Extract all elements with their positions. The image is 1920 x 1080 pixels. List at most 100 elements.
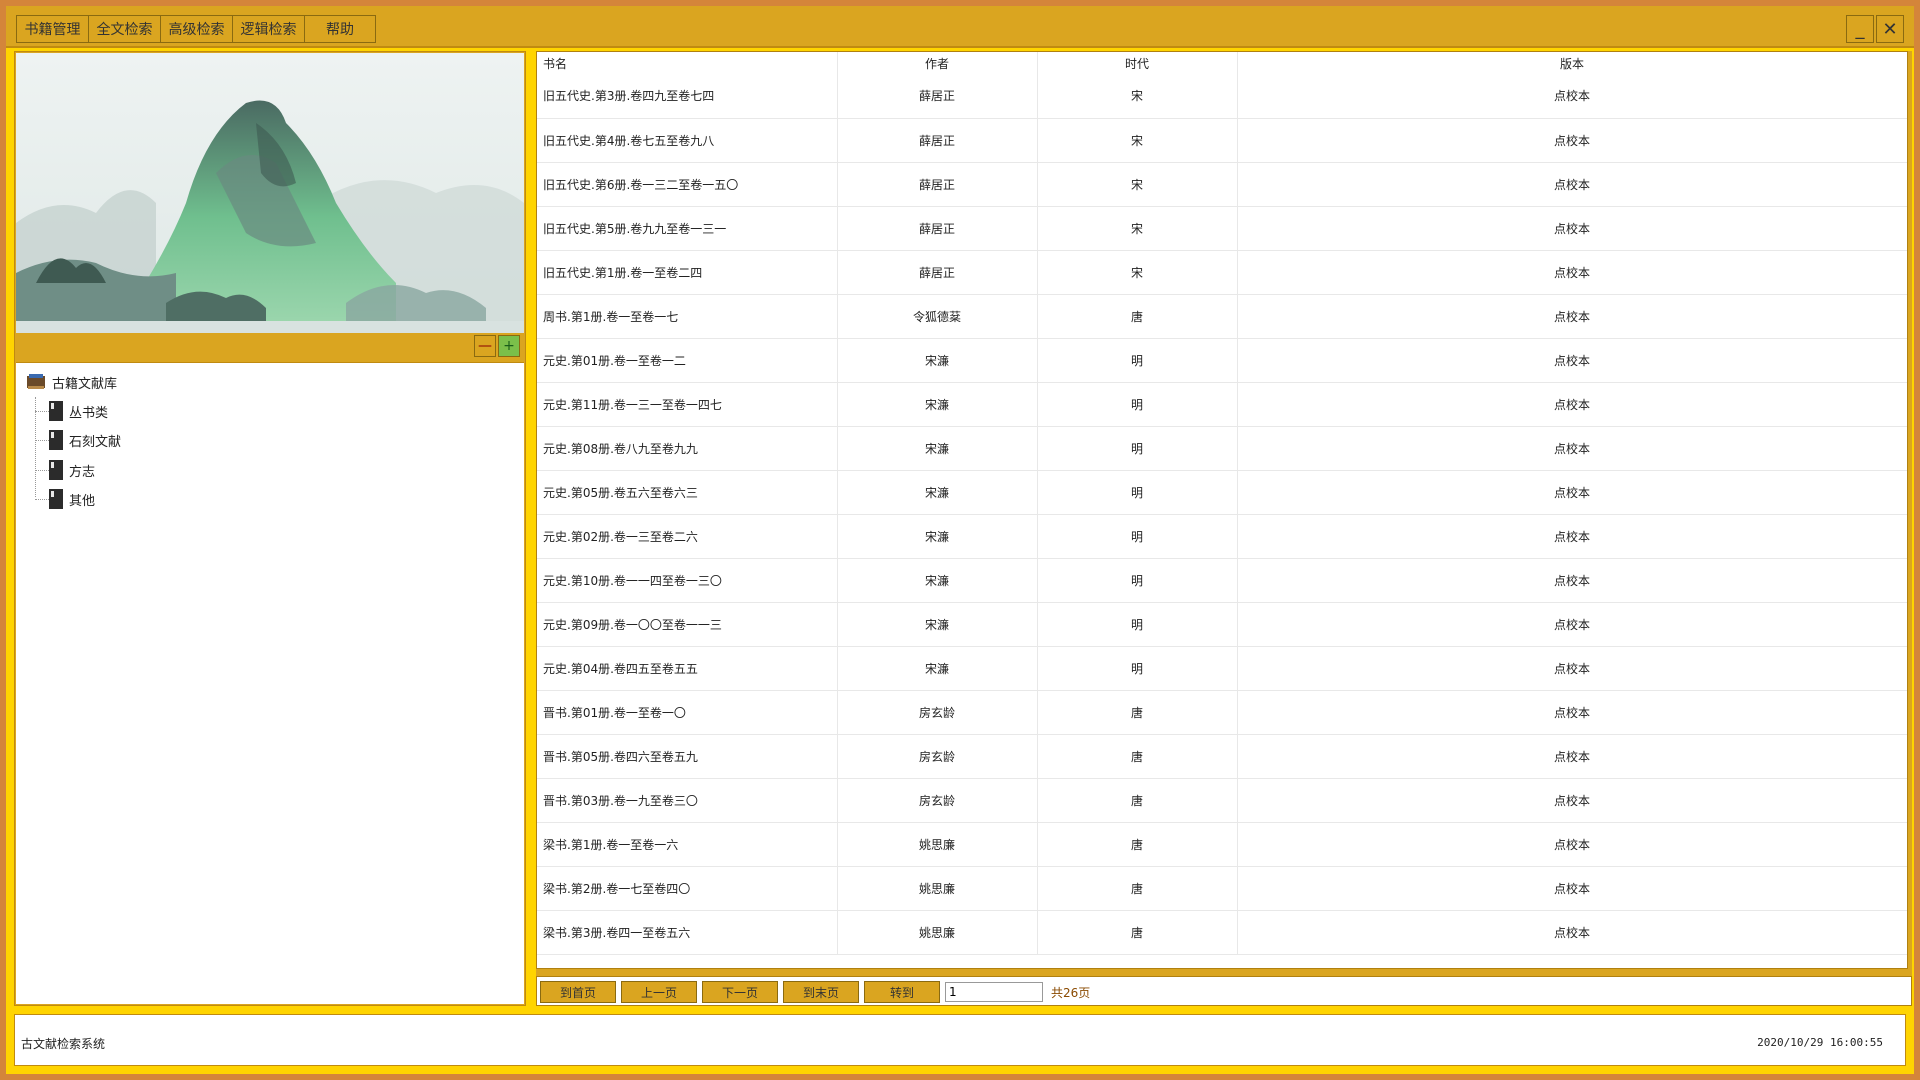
book-icon bbox=[49, 430, 63, 450]
menu-fulltext-search[interactable]: 全文检索 bbox=[88, 15, 160, 43]
tree-connector bbox=[35, 410, 49, 412]
cell-era: 明 bbox=[1037, 426, 1238, 471]
cell-era: 明 bbox=[1037, 382, 1238, 427]
cell-author: 薛居正 bbox=[837, 118, 1038, 163]
cell-edition: 点校本 bbox=[1237, 338, 1907, 383]
pagination-bar: 到首页 上一页 下一页 到末页 转到 共26页 bbox=[536, 976, 1912, 1006]
table-body: 旧五代史.第3册.卷四九至卷七四 薛居正宋点校本 旧五代史.第4册.卷七五至卷九八薛… bbox=[537, 74, 1907, 955]
menu-help[interactable]: 帮助 bbox=[304, 15, 376, 43]
cell-title: 元史.第02册.卷一三至卷二六 bbox=[537, 514, 838, 559]
tree-item-stone-inscriptions[interactable]: 石刻文献 bbox=[35, 426, 121, 454]
menu-book-management[interactable]: 书籍管理 bbox=[16, 15, 88, 43]
table-row[interactable]: 梁书.第2册.卷一七至卷四〇 姚思廉唐点校本 bbox=[537, 866, 1907, 911]
cell-edition: 点校本 bbox=[1237, 118, 1907, 163]
cell-title: 旧五代史.第5册.卷九九至卷一三一 bbox=[537, 206, 838, 251]
cell-author: 薛居正 bbox=[837, 250, 1038, 295]
tree-item-other[interactable]: 其他 bbox=[35, 485, 95, 513]
cell-title: 周书.第1册.卷一至卷一七 bbox=[537, 294, 838, 339]
menu-logic-search[interactable]: 逻辑检索 bbox=[232, 15, 304, 43]
tree-root-ancient-library[interactable]: 古籍文献库 bbox=[26, 369, 117, 395]
cell-edition: 点校本 bbox=[1237, 162, 1907, 207]
status-datetime: 2020/10/29 16:00:55 bbox=[1757, 1036, 1883, 1049]
table-row[interactable]: 旧五代史.第5册.卷九九至卷一三一 薛居正宋点校本 bbox=[537, 206, 1907, 251]
cell-author: 房玄龄 bbox=[837, 690, 1038, 735]
table-row[interactable]: 元史.第04册.卷四五至卷五五 宋濂明点校本 bbox=[537, 646, 1907, 691]
last-page-button[interactable]: 到末页 bbox=[783, 981, 859, 1003]
cell-edition: 点校本 bbox=[1237, 734, 1907, 779]
cell-author: 令狐德棻 bbox=[837, 294, 1038, 339]
cell-edition: 点校本 bbox=[1237, 426, 1907, 471]
column-header-author[interactable]: 作者 bbox=[837, 52, 1038, 74]
cell-edition: 点校本 bbox=[1237, 206, 1907, 251]
table-row[interactable]: 晋书.第01册.卷一至卷一〇 房玄龄唐点校本 bbox=[537, 690, 1907, 735]
tree-connector bbox=[35, 498, 49, 500]
menu-advanced-search[interactable]: 高级检索 bbox=[160, 15, 232, 43]
cell-edition: 点校本 bbox=[1237, 74, 1907, 119]
table-row[interactable]: 元史.第05册.卷五六至卷六三 宋濂明点校本 bbox=[537, 470, 1907, 515]
column-header-edition[interactable]: 版本 bbox=[1237, 52, 1907, 74]
column-header-title[interactable]: 书名 bbox=[537, 52, 838, 74]
cell-era: 唐 bbox=[1037, 690, 1238, 735]
cell-era: 宋 bbox=[1037, 162, 1238, 207]
table-row[interactable]: 旧五代史.第1册.卷一至卷二四 薛居正宋点校本 bbox=[537, 250, 1907, 295]
table-row[interactable]: 元史.第02册.卷一三至卷二六 宋濂明点校本 bbox=[537, 514, 1907, 559]
table-row[interactable]: 元史.第01册.卷一至卷一二 宋濂明点校本 bbox=[537, 338, 1907, 383]
cell-author: 姚思廉 bbox=[837, 822, 1038, 867]
table-row[interactable]: 元史.第08册.卷八九至卷九九 宋濂明点校本 bbox=[537, 426, 1907, 471]
cell-title: 元史.第10册.卷一一四至卷一三〇 bbox=[537, 558, 838, 603]
cell-title: 元史.第04册.卷四五至卷五五 bbox=[537, 646, 838, 691]
table-row[interactable]: 周书.第1册.卷一至卷一七 令狐德棻唐点校本 bbox=[537, 294, 1907, 339]
table-row[interactable]: 晋书.第03册.卷一九至卷三〇 房玄龄唐点校本 bbox=[537, 778, 1907, 823]
table-row[interactable]: 元史.第09册.卷一〇〇至卷一一三 宋濂明点校本 bbox=[537, 602, 1907, 647]
column-header-era[interactable]: 时代 bbox=[1037, 52, 1238, 74]
first-page-button[interactable]: 到首页 bbox=[540, 981, 616, 1003]
page-number-input[interactable] bbox=[945, 982, 1043, 1002]
table-row[interactable]: 梁书.第1册.卷一至卷一六 姚思廉唐点校本 bbox=[537, 822, 1907, 867]
tree-item-label: 丛书类 bbox=[69, 405, 109, 421]
close-button[interactable]: ✕ bbox=[1876, 15, 1904, 43]
left-panel: — + 古籍文献库 丛书类 石刻文献 方志 其他 bbox=[14, 51, 526, 1006]
app-window: 书籍管理 全文检索 高级检索 逻辑检索 帮助 _ ✕ — + 古籍文献库 丛书类… bbox=[6, 6, 1914, 1074]
zoom-out-button[interactable]: — bbox=[474, 335, 496, 357]
next-page-button[interactable]: 下一页 bbox=[702, 981, 778, 1003]
cell-title: 晋书.第01册.卷一至卷一〇 bbox=[537, 690, 838, 735]
cell-author: 宋濂 bbox=[837, 382, 1038, 427]
tree-connector bbox=[35, 469, 49, 471]
table-row[interactable]: 梁书.第3册.卷四一至卷五六 姚思廉唐点校本 bbox=[537, 910, 1907, 955]
cell-edition: 点校本 bbox=[1237, 690, 1907, 735]
cell-era: 明 bbox=[1037, 470, 1238, 515]
zoom-in-button[interactable]: + bbox=[498, 335, 520, 357]
status-bar: 古文献检索系统 2020/10/29 16:00:55 bbox=[14, 1014, 1906, 1066]
cell-author: 宋濂 bbox=[837, 646, 1038, 691]
cell-title: 梁书.第3册.卷四一至卷五六 bbox=[537, 910, 838, 955]
cell-author: 宋濂 bbox=[837, 558, 1038, 603]
goto-page-button[interactable]: 转到 bbox=[864, 981, 940, 1003]
cell-edition: 点校本 bbox=[1237, 382, 1907, 427]
cell-era: 明 bbox=[1037, 646, 1238, 691]
tree-item-label: 石刻文献 bbox=[69, 434, 122, 450]
cell-edition: 点校本 bbox=[1237, 558, 1907, 603]
total-pages: 共26页 bbox=[1051, 986, 1091, 1000]
table-row[interactable]: 旧五代史.第4册.卷七五至卷九八 薛居正宋点校本 bbox=[537, 118, 1907, 163]
minimize-button[interactable]: _ bbox=[1846, 15, 1874, 43]
cell-era: 明 bbox=[1037, 602, 1238, 647]
table-row[interactable]: 元史.第10册.卷一一四至卷一三〇 宋濂明点校本 bbox=[537, 558, 1907, 603]
menu-bar: 书籍管理 全文检索 高级检索 逻辑检索 帮助 bbox=[16, 15, 376, 43]
table-row[interactable]: 元史.第11册.卷一三一至卷一四七 宋濂明点校本 bbox=[537, 382, 1907, 427]
book-icon bbox=[49, 489, 63, 509]
cell-title: 元史.第08册.卷八九至卷九九 bbox=[537, 426, 838, 471]
table-row[interactable]: 晋书.第05册.卷四六至卷五九 房玄龄唐点校本 bbox=[537, 734, 1907, 779]
table-row[interactable]: 旧五代史.第6册.卷一三二至卷一五〇 薛居正宋点校本 bbox=[537, 162, 1907, 207]
top-bar: 书籍管理 全文检索 高级检索 逻辑检索 帮助 _ ✕ bbox=[6, 6, 1914, 48]
cell-era: 唐 bbox=[1037, 822, 1238, 867]
cell-title: 元史.第05册.卷五六至卷六三 bbox=[537, 470, 838, 515]
tree-item-gazetteers[interactable]: 方志 bbox=[35, 456, 95, 484]
cell-author: 宋濂 bbox=[837, 602, 1038, 647]
cell-era: 唐 bbox=[1037, 294, 1238, 339]
table-row[interactable]: 旧五代史.第3册.卷四九至卷七四 薛居正宋点校本 bbox=[537, 74, 1907, 119]
cell-edition: 点校本 bbox=[1237, 294, 1907, 339]
prev-page-button[interactable]: 上一页 bbox=[621, 981, 697, 1003]
cell-author: 薛居正 bbox=[837, 206, 1038, 251]
tree-item-collection[interactable]: 丛书类 bbox=[35, 397, 108, 425]
book-table-container: 书名 作者 时代 版本 旧五代史.第3册.卷四九至卷七四 薛居正宋点校本 旧五代史.… bbox=[536, 51, 1908, 969]
